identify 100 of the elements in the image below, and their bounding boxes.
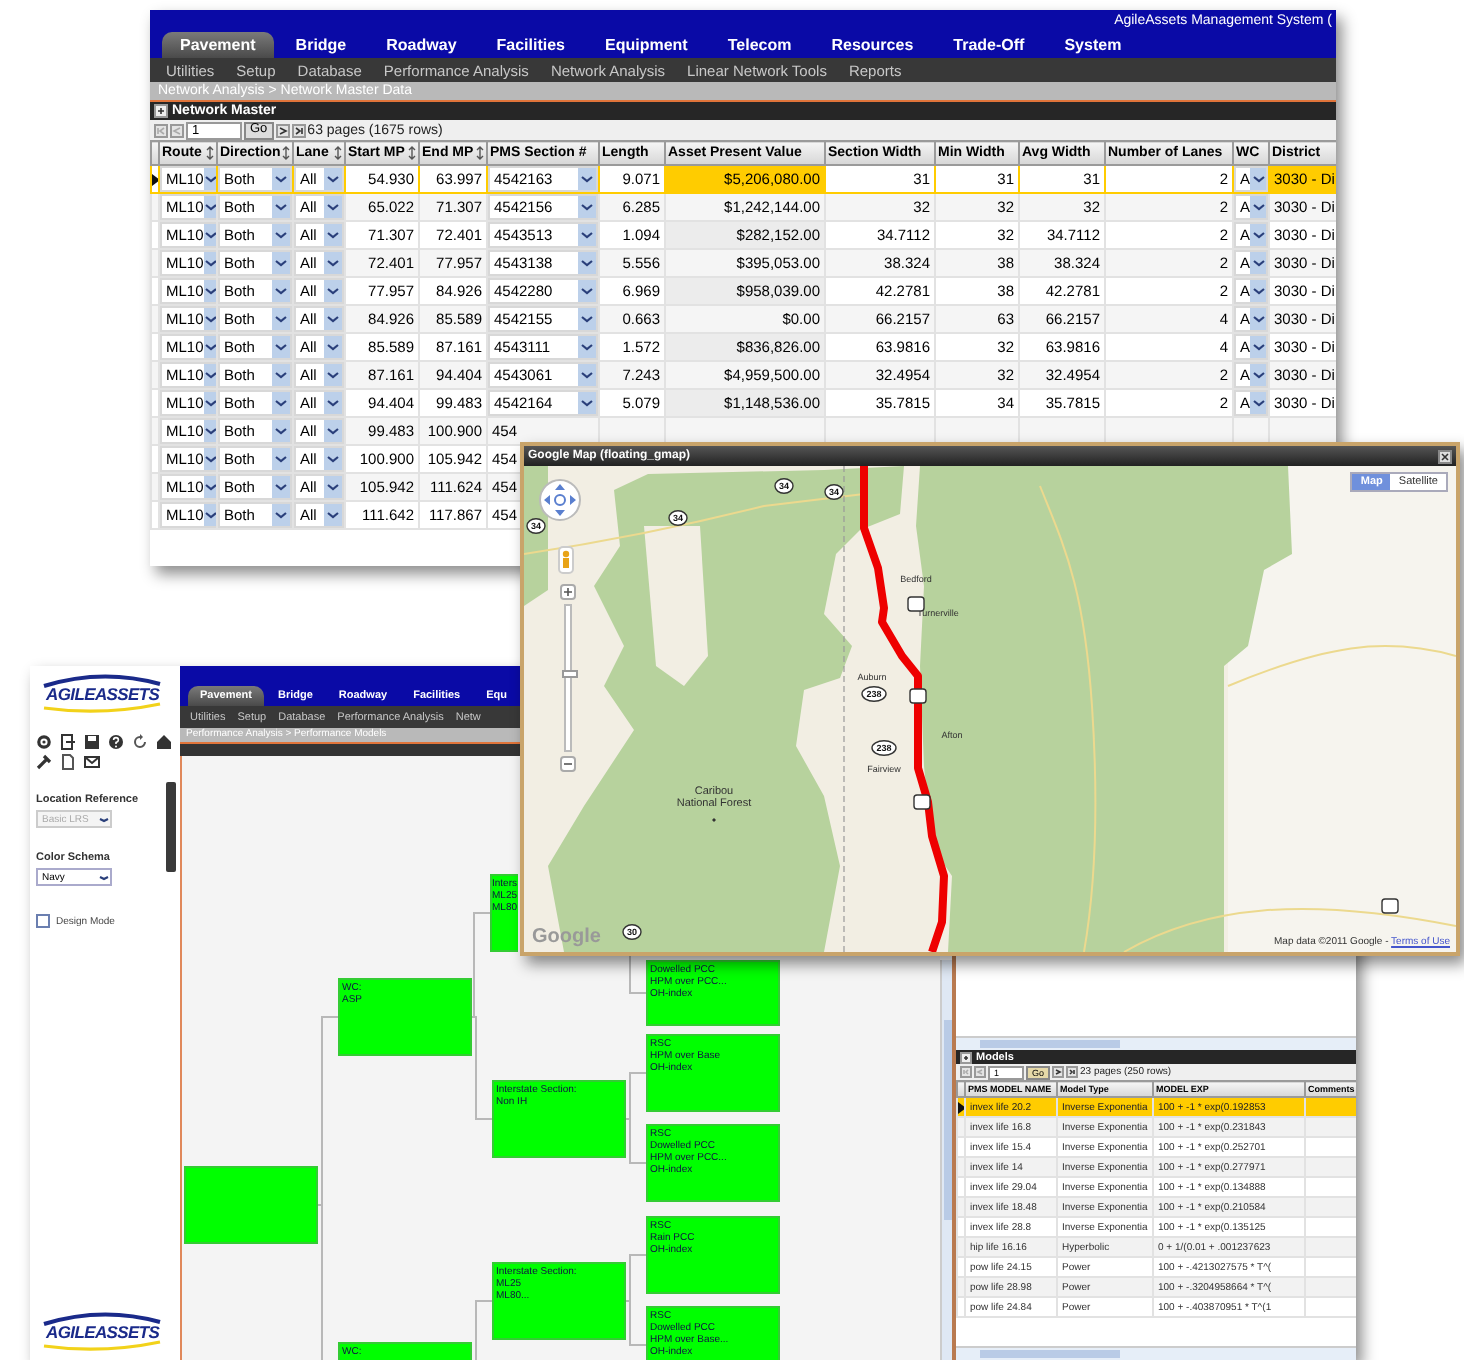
connector-line bbox=[471, 1016, 493, 1120]
next-page-button[interactable] bbox=[275, 123, 290, 137]
caret-icon bbox=[274, 202, 288, 212]
connector-line bbox=[471, 912, 491, 1018]
caret-icon bbox=[274, 482, 288, 492]
caret-icon bbox=[274, 426, 288, 436]
envelope-icon[interactable] bbox=[84, 754, 100, 770]
caret-icon bbox=[203, 202, 215, 212]
caret-icon bbox=[1251, 174, 1265, 184]
caret-icon bbox=[1251, 398, 1265, 408]
expand-icon[interactable] bbox=[154, 104, 168, 118]
caret-icon bbox=[274, 230, 288, 240]
caret-icon bbox=[274, 174, 288, 184]
caret-icon bbox=[1251, 258, 1265, 268]
pan-control-icon[interactable] bbox=[538, 478, 582, 522]
connector-line bbox=[625, 1300, 647, 1346]
caret-icon bbox=[274, 342, 288, 352]
minus-icon bbox=[562, 758, 574, 770]
caret-icon bbox=[580, 370, 594, 380]
next-page-button[interactable] bbox=[1052, 1066, 1065, 1078]
nav-tab[interactable]: Trade-Off bbox=[935, 32, 1043, 58]
caret-icon bbox=[580, 202, 594, 212]
sort-icon[interactable] bbox=[476, 146, 484, 160]
caret-icon bbox=[1251, 230, 1265, 240]
caret-icon bbox=[1251, 286, 1265, 296]
caret-icon bbox=[203, 398, 215, 408]
shield-icon bbox=[1381, 898, 1399, 914]
caret-icon bbox=[274, 314, 288, 324]
door-icon[interactable] bbox=[60, 734, 76, 750]
horizontal-scrollbar[interactable] bbox=[956, 1036, 1356, 1050]
caret-icon bbox=[203, 286, 215, 296]
caret-icon bbox=[203, 370, 215, 380]
vertical-scrollbar[interactable] bbox=[940, 960, 952, 1360]
tools-icon[interactable] bbox=[36, 754, 52, 770]
caret-icon bbox=[203, 426, 215, 436]
nav-tab[interactable]: Bridge bbox=[277, 32, 365, 58]
sort-icon[interactable] bbox=[282, 146, 290, 160]
connector-line bbox=[625, 1072, 647, 1120]
caret-icon bbox=[326, 482, 340, 492]
sort-icon[interactable] bbox=[408, 146, 416, 160]
caret-icon bbox=[326, 286, 340, 296]
caret-icon bbox=[580, 314, 594, 324]
caret-icon bbox=[326, 454, 340, 464]
nav-tab[interactable]: Equipment bbox=[587, 32, 706, 58]
nav-tab[interactable]: Facilities bbox=[478, 32, 584, 58]
caret-icon bbox=[98, 873, 110, 881]
nav-tab[interactable]: Telecom bbox=[709, 32, 810, 58]
zoom-in-button[interactable] bbox=[560, 584, 576, 600]
horizontal-scrollbar[interactable] bbox=[956, 1346, 1356, 1360]
shield-icon bbox=[913, 794, 931, 810]
document-icon[interactable] bbox=[60, 754, 76, 770]
caret-icon bbox=[326, 258, 340, 268]
panel-handle[interactable] bbox=[166, 782, 176, 872]
expand-icon[interactable] bbox=[960, 1051, 972, 1063]
caret-icon bbox=[203, 482, 215, 492]
refresh-icon[interactable] bbox=[132, 734, 148, 750]
caret-icon bbox=[1251, 314, 1265, 324]
connector-line bbox=[625, 1254, 647, 1302]
caret-icon bbox=[326, 230, 340, 240]
close-icon[interactable] bbox=[1438, 449, 1452, 463]
caret-icon bbox=[1251, 342, 1265, 352]
caret-icon bbox=[274, 370, 288, 380]
caret-icon bbox=[580, 342, 594, 352]
caret-icon bbox=[326, 510, 340, 520]
zoom-out-button[interactable] bbox=[560, 756, 576, 772]
tree-node[interactable] bbox=[184, 1166, 318, 1244]
caret-icon bbox=[274, 398, 288, 408]
last-page-button[interactable] bbox=[291, 123, 306, 137]
nav-tab[interactable]: Resources bbox=[813, 32, 932, 58]
gear-icon[interactable] bbox=[36, 734, 52, 750]
connector-line bbox=[625, 1118, 647, 1164]
caret-icon bbox=[326, 426, 340, 436]
nav-tab[interactable]: System bbox=[1046, 32, 1140, 58]
caret-icon bbox=[326, 398, 340, 408]
caret-icon bbox=[98, 815, 110, 823]
checkbox[interactable] bbox=[36, 914, 50, 928]
sort-icon[interactable] bbox=[334, 146, 342, 160]
caret-icon bbox=[203, 510, 215, 520]
caret-icon bbox=[203, 174, 215, 184]
nav-tab[interactable]: Pavement bbox=[162, 32, 274, 58]
plus-icon bbox=[562, 586, 574, 598]
caret-icon bbox=[580, 286, 594, 296]
caret-icon bbox=[1251, 202, 1265, 212]
logo-text: AGILEASSETS bbox=[46, 684, 160, 704]
nav-tab[interactable]: Roadway bbox=[368, 32, 475, 58]
caret-icon bbox=[203, 454, 215, 464]
logo-text: AGILEASSETS bbox=[46, 1322, 160, 1342]
home-icon[interactable] bbox=[156, 734, 172, 750]
caret-icon bbox=[326, 370, 340, 380]
caret-icon bbox=[580, 258, 594, 268]
shield-icon bbox=[907, 596, 925, 612]
caret-icon bbox=[326, 174, 340, 184]
caret-icon bbox=[203, 230, 215, 240]
zoom-slider[interactable] bbox=[564, 604, 572, 752]
caret-icon bbox=[274, 286, 288, 296]
last-page-button[interactable] bbox=[1066, 1066, 1079, 1078]
slider-thumb[interactable] bbox=[562, 669, 578, 677]
help-icon[interactable] bbox=[108, 734, 124, 750]
sort-icon[interactable] bbox=[206, 146, 214, 160]
caret-icon bbox=[326, 342, 340, 352]
